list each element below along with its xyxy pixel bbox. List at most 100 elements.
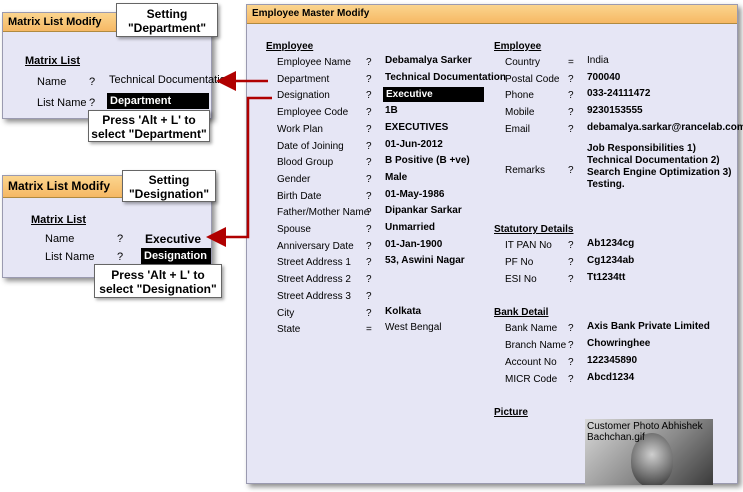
field-label: Gender: [277, 173, 311, 185]
help-marker: ?: [117, 251, 124, 263]
field-label: Branch Name: [505, 340, 567, 351]
photo-caption: Customer Photo Abhishek Bachchan.gif: [587, 421, 703, 443]
help-marker: ?: [366, 73, 372, 85]
field-label: MICR Code: [505, 374, 558, 385]
field-value[interactable]: 9230153555: [587, 105, 643, 116]
callout-alt-l-designation: Press 'Alt + L' to select "Designation": [94, 264, 222, 298]
name-label: Name: [37, 76, 67, 88]
field-value[interactable]: B Positive (B +ve): [385, 155, 470, 166]
field-label: Bank Name: [505, 323, 558, 334]
callout-line: Setting: [148, 173, 190, 187]
help-marker: ?: [568, 274, 574, 285]
field-label: IT PAN No: [505, 240, 552, 251]
field-value[interactable]: India: [587, 55, 609, 66]
field-label: Date of Joining: [277, 140, 344, 152]
field-value[interactable]: Debamalya Sarker: [385, 55, 472, 66]
field-value[interactable]: 122345890: [587, 355, 637, 366]
field-value[interactable]: EXECUTIVES: [385, 122, 448, 133]
employee-section-heading: Employee: [266, 41, 314, 52]
help-marker: ?: [366, 290, 372, 302]
list-name-label: List Name: [45, 251, 95, 263]
help-marker: ?: [366, 257, 372, 269]
field-value[interactable]: Tt1234tt: [587, 272, 625, 283]
callout-line: "Department": [127, 21, 207, 35]
callout-line: Press 'Alt + L' to: [102, 113, 196, 127]
name-field[interactable]: Technical Documentation: [109, 72, 232, 88]
employee-photo[interactable]: Customer Photo Abhishek Bachchan.gif: [585, 419, 713, 485]
designation-field[interactable]: Executive: [383, 87, 484, 103]
field-label: Spouse: [277, 224, 311, 235]
help-marker: ?: [568, 357, 574, 368]
callout-line: "Designation": [128, 187, 210, 201]
field-value[interactable]: Dipankar Sarkar: [385, 205, 462, 216]
employee-master-modify-panel: Employee Master Modify Employee Employee…: [246, 4, 743, 485]
field-label: Blood Group: [277, 157, 334, 169]
field-label: Postal Code: [505, 73, 560, 85]
field-value[interactable]: 1B: [385, 105, 398, 116]
callout-line: Press 'Alt + L' to: [111, 268, 205, 282]
field-label: Street Address 2: [277, 274, 351, 286]
field-value[interactable]: 01-Jan-1900: [385, 239, 442, 250]
list-name-label: List Name: [37, 97, 87, 109]
field-label: Department: [277, 73, 330, 85]
list-name-field[interactable]: Department: [107, 93, 209, 109]
field-label: Country: [505, 57, 541, 68]
callout-line: Setting: [146, 7, 188, 21]
picture-heading: Picture: [494, 407, 528, 418]
name-field[interactable]: Executive: [145, 232, 201, 246]
field-value[interactable]: Male: [385, 172, 407, 183]
help-marker: ?: [89, 76, 96, 88]
field-label: Anniversary Date: [277, 240, 354, 252]
help-marker: ?: [366, 173, 372, 185]
callout-setting-department: Setting "Department": [116, 3, 218, 37]
help-marker: ?: [366, 90, 372, 102]
bank-heading: Bank Detail: [494, 307, 549, 318]
help-marker: ?: [366, 57, 372, 68]
field-value[interactable]: 01-May-1986: [385, 189, 444, 200]
field-value[interactable]: West Bengal: [385, 322, 442, 333]
help-marker: ?: [568, 123, 574, 135]
name-label: Name: [45, 233, 75, 245]
field-value[interactable]: Ab1234cg: [587, 238, 634, 249]
help-marker: ?: [568, 374, 574, 385]
help-marker: =: [568, 57, 574, 68]
help-marker: ?: [568, 73, 574, 85]
field-label: Account No: [505, 357, 557, 368]
field-value[interactable]: 01-Jun-2012: [385, 139, 443, 150]
help-marker: ?: [366, 190, 372, 202]
field-value[interactable]: 53, Aswini Nagar: [385, 255, 465, 266]
list-name-field[interactable]: Designation: [141, 248, 211, 264]
field-label: Mobile: [505, 107, 535, 119]
field-value[interactable]: Technical Documentation: [385, 72, 506, 83]
help-marker: ?: [568, 240, 574, 251]
section-heading: Matrix List: [25, 55, 81, 67]
help-marker: ?: [568, 107, 574, 119]
field-value[interactable]: Cg1234ab: [587, 255, 634, 266]
field-value[interactable]: Chowringhee: [587, 338, 650, 349]
field-value[interactable]: Kolkata: [385, 306, 421, 317]
field-label: PF No: [505, 257, 534, 268]
field-label: Father/Mother Name: [277, 207, 370, 219]
panel-title: Employee Master Modify: [247, 5, 737, 24]
callout-alt-l-department: Press 'Alt + L' to select "Department": [88, 110, 210, 142]
help-marker: ?: [568, 90, 574, 102]
remarks-field[interactable]: Job Responsibilities 1) Technical Docume…: [587, 143, 737, 191]
field-label: Work Plan: [277, 123, 323, 135]
field-value[interactable]: Unmarried: [385, 222, 435, 233]
field-label: Street Address 1: [277, 257, 351, 269]
field-value[interactable]: Axis Bank Private Limited: [587, 321, 710, 332]
help-marker: ?: [366, 123, 372, 135]
section-heading: Matrix List: [31, 214, 87, 226]
help-marker: =: [366, 324, 372, 336]
field-label: Birth Date: [277, 190, 322, 202]
field-value[interactable]: 700040: [587, 72, 620, 83]
field-value[interactable]: debamalya.sarkar@rancelab.com: [587, 122, 743, 133]
help-marker: ?: [366, 140, 372, 152]
field-value[interactable]: 033-24111472: [587, 88, 650, 99]
help-marker: ?: [568, 340, 574, 351]
statutory-heading: Statutory Details: [494, 224, 574, 235]
field-label: City: [277, 307, 295, 319]
field-value[interactable]: Abcd1234: [587, 372, 634, 383]
field-label: Email: [505, 123, 531, 135]
help-marker: ?: [568, 257, 574, 268]
